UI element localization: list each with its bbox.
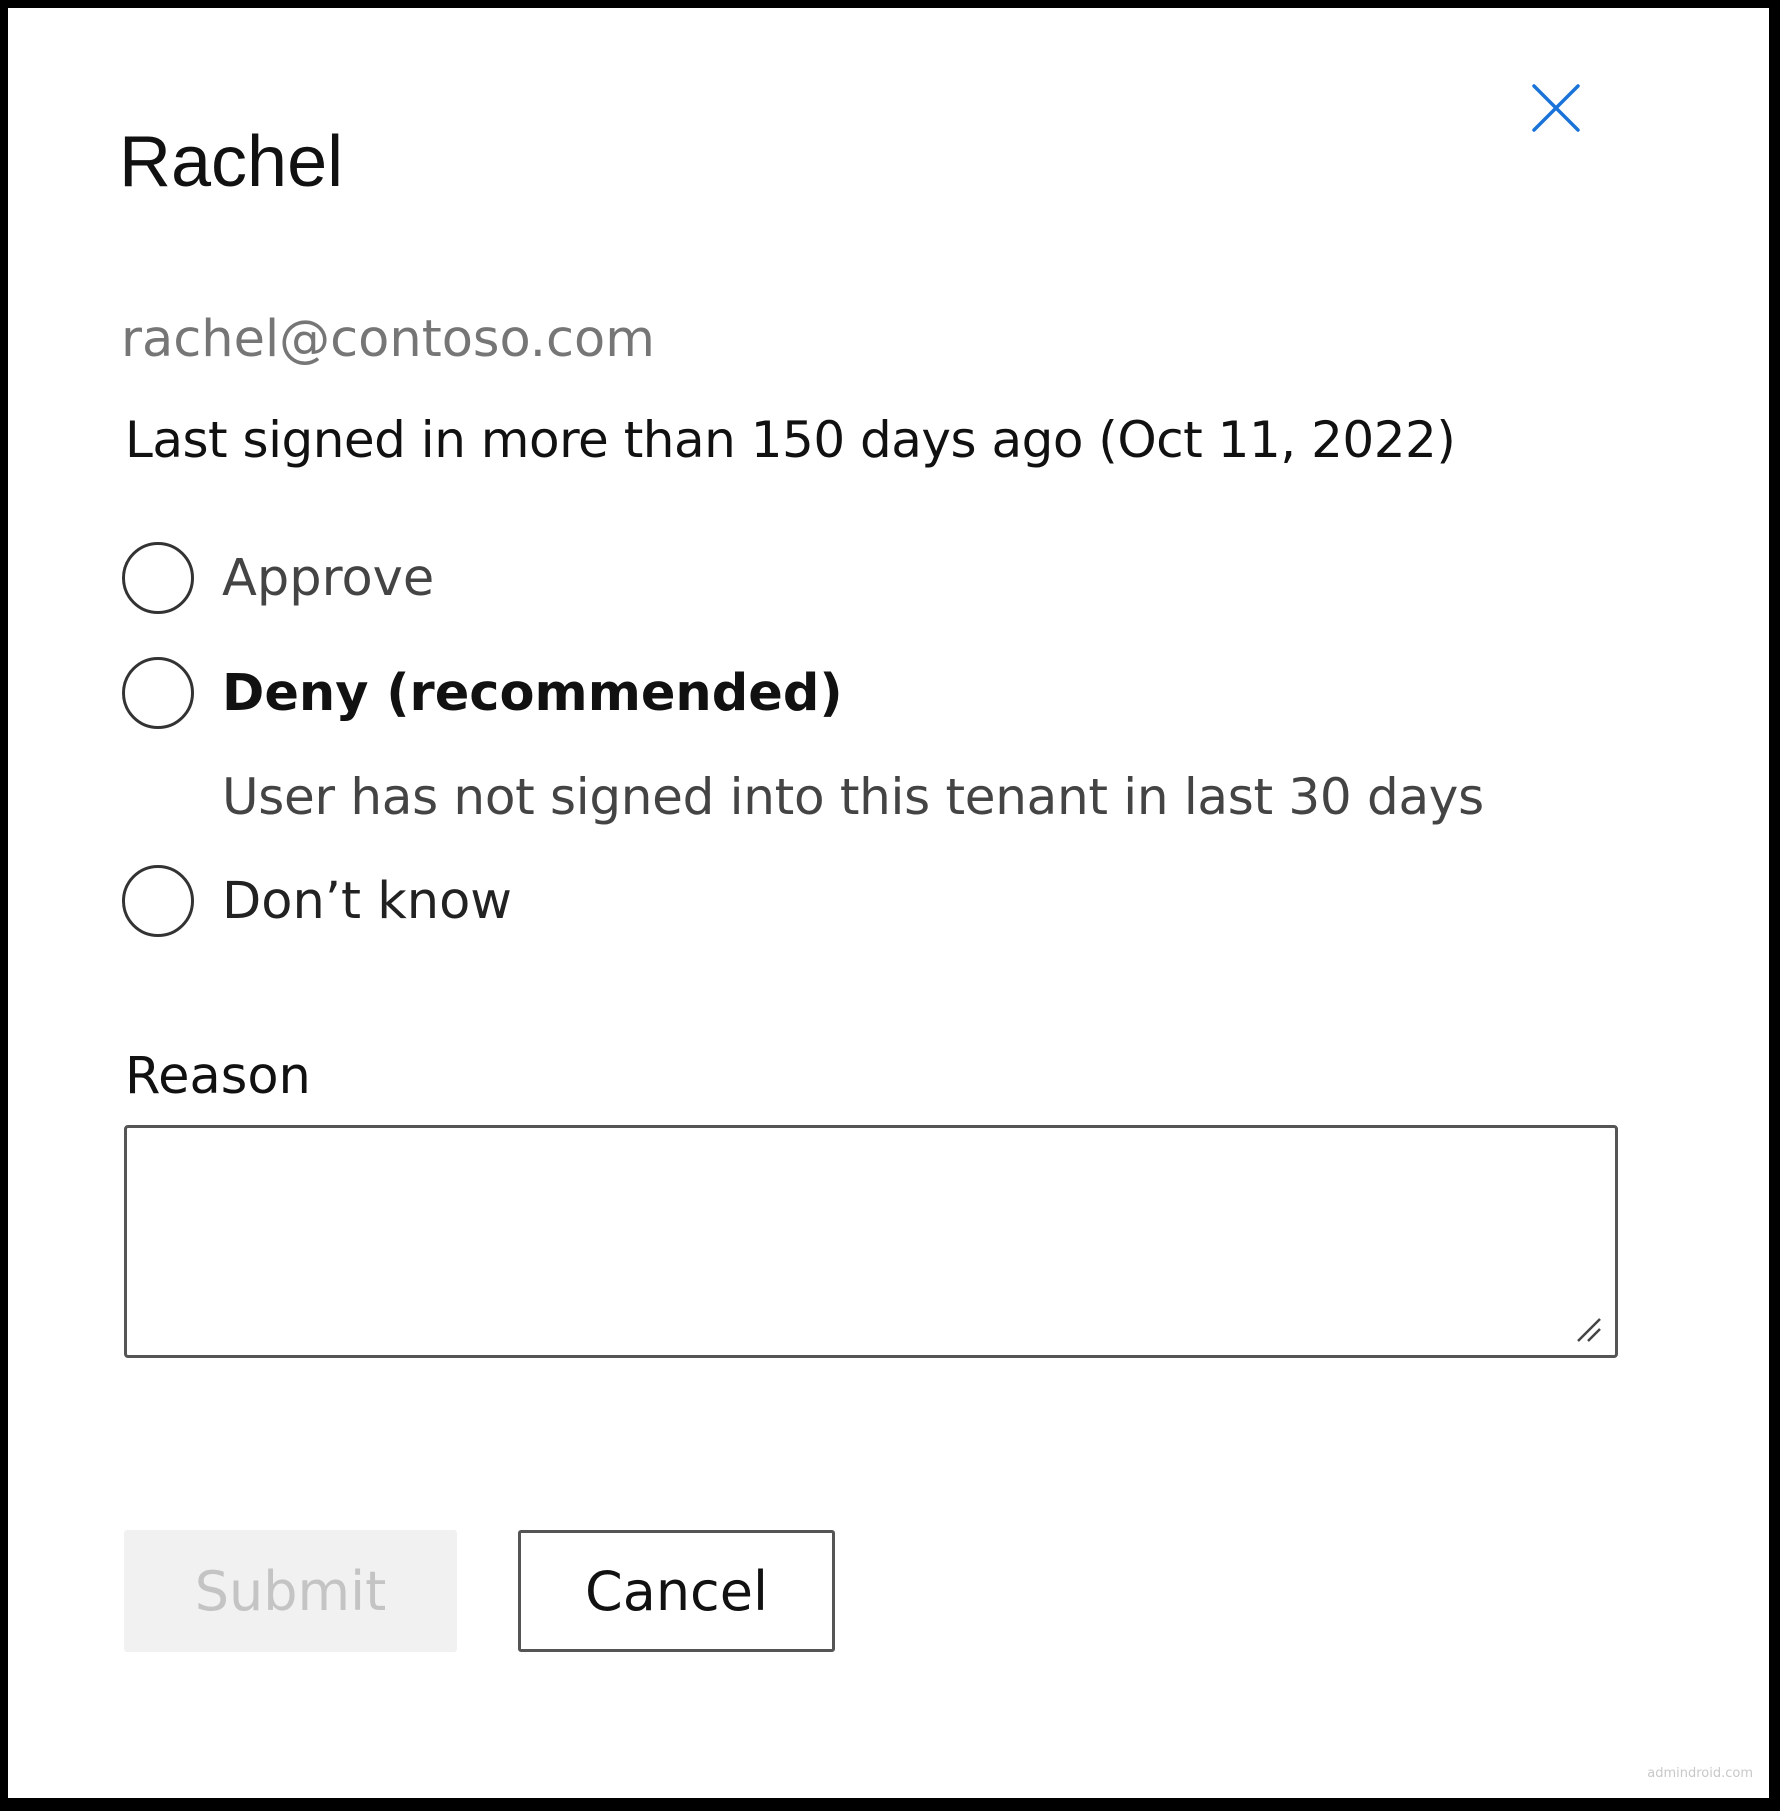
- user-email: rachel@contoso.com: [121, 310, 655, 369]
- radio-label-dont-know: Don’t know: [222, 871, 512, 931]
- cancel-button[interactable]: Cancel: [518, 1530, 835, 1652]
- radio-circle-approve[interactable]: [122, 542, 194, 614]
- radio-dont-know[interactable]: Don’t know: [122, 861, 512, 941]
- submit-button[interactable]: Submit: [124, 1530, 457, 1652]
- last-signed-in-text: Last signed in more than 150 days ago (O…: [125, 411, 1456, 469]
- reason-label: Reason: [125, 1047, 311, 1106]
- radio-circle-deny[interactable]: [122, 657, 194, 729]
- radio-deny[interactable]: Deny (recommended): [122, 653, 843, 733]
- radio-label-deny: Deny (recommended): [222, 663, 843, 723]
- deny-recommendation-hint: User has not signed into this tenant in …: [222, 768, 1484, 826]
- reason-textarea[interactable]: [124, 1125, 1618, 1358]
- close-button[interactable]: [1526, 78, 1586, 138]
- watermark: admindroid.com: [1647, 1766, 1753, 1781]
- radio-approve[interactable]: Approve: [122, 538, 434, 618]
- close-icon: [1532, 84, 1580, 132]
- dialog-frame: Rachel rachel@contoso.com Last signed in…: [0, 0, 1780, 1811]
- radio-label-approve: Approve: [222, 548, 435, 608]
- resize-grip-icon[interactable]: [1574, 1315, 1604, 1345]
- radio-circle-dont-know[interactable]: [122, 865, 194, 937]
- dialog-title: Rachel: [119, 122, 344, 202]
